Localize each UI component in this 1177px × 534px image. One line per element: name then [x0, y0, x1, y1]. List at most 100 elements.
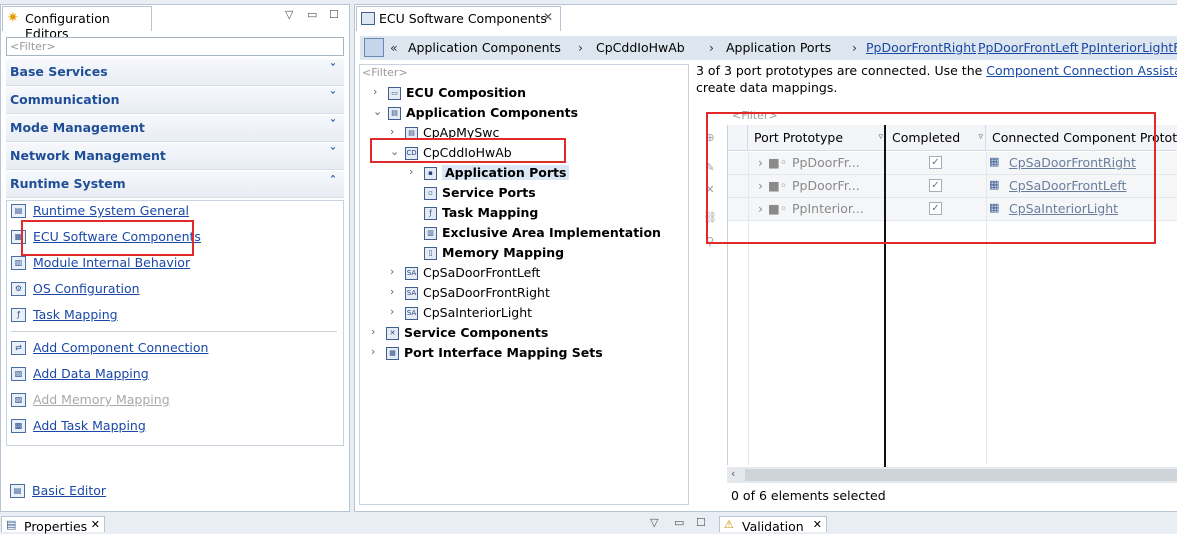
link-add-component-connection[interactable]: ⇄ Add Component Connection: [11, 340, 208, 358]
breadcrumb-link-ppdoorfrontleft[interactable]: PpDoorFrontLeft: [978, 40, 1079, 55]
expand-arrow-icon[interactable]: ›: [371, 325, 375, 338]
breadcrumb-label: Application Components: [408, 40, 561, 55]
close-icon[interactable]: ✕: [543, 10, 553, 24]
expand-chevron-icon[interactable]: ˇ: [330, 62, 336, 76]
link-add-task-mapping[interactable]: ▩ Add Task Mapping: [11, 418, 146, 436]
link-label: Module Internal Behavior: [33, 255, 191, 270]
view-menu-icon[interactable]: ▽: [650, 516, 658, 529]
expand-arrow-icon[interactable]: ›: [409, 165, 413, 178]
close-icon[interactable]: ✕: [813, 518, 822, 531]
breadcrumb-back-icon[interactable]: «: [390, 40, 398, 55]
link-os-configuration[interactable]: ⚙ OS Configuration: [11, 281, 140, 299]
category-runtime-system[interactable]: Runtime System ˆ: [6, 171, 344, 198]
expand-arrow-icon[interactable]: ›: [390, 125, 394, 138]
maximize-icon[interactable]: ☐: [329, 8, 339, 21]
category-communication[interactable]: Communication ˇ: [6, 87, 344, 114]
category-mode-management[interactable]: Mode Management ˇ: [6, 115, 344, 142]
service-ports-icon: ▫: [424, 187, 437, 200]
breadcrumb-item-application-ports[interactable]: Application Ports: [726, 40, 831, 55]
category-base-services[interactable]: Base Services ˇ: [6, 59, 344, 86]
ports-icon: ▪: [424, 167, 437, 180]
tree-label: Memory Mapping: [442, 245, 565, 260]
maximize-icon[interactable]: ☐: [696, 516, 706, 529]
breadcrumb-separator-icon: ›: [709, 40, 714, 55]
category-label: Runtime System: [10, 176, 126, 191]
link-label: Runtime System General: [33, 203, 190, 218]
breadcrumb-item-application-components[interactable]: Application Components: [408, 40, 561, 55]
highlight-box: [706, 112, 1156, 244]
link-runtime-system-general[interactable]: ▤ Runtime System General: [11, 203, 189, 221]
task-mapping-icon: ƒ: [11, 308, 26, 322]
category-label: Mode Management: [10, 120, 145, 135]
breadcrumb-link-ppdoorfrontright[interactable]: PpDoorFrontRight: [866, 40, 976, 55]
breadcrumb-item-cpcddiohwab[interactable]: CpCddIoHwAb: [596, 40, 685, 55]
memory-mapping-icon: ▯: [424, 247, 437, 260]
bottom-panel-bar: ▤ Properties ✕ ▽ ▭ ☐ ⚠ Validation ✕: [0, 514, 1177, 534]
category-network-management[interactable]: Network Management ˇ: [6, 143, 344, 170]
tree-label: CpSaDoorFrontRight: [423, 285, 550, 300]
validation-icon: ⚠: [724, 518, 734, 531]
link-basic-editor[interactable]: ▤ Basic Editor: [10, 483, 106, 501]
scrollbar-thumb[interactable]: [745, 469, 1177, 481]
category-label: Communication: [10, 92, 120, 107]
minimize-icon[interactable]: ▭: [674, 516, 684, 529]
expand-chevron-icon[interactable]: ˇ: [330, 90, 336, 104]
expand-arrow-icon[interactable]: ›: [390, 285, 394, 298]
expand-arrow-icon[interactable]: ›: [371, 345, 375, 358]
highlight-box: [370, 138, 566, 163]
link-label: OS Configuration: [33, 281, 140, 296]
properties-tab[interactable]: ▤ Properties ✕: [1, 516, 105, 534]
expand-chevron-icon[interactable]: ˇ: [330, 146, 336, 160]
info-text: 3 of 3 port prototypes are connected. Us…: [696, 63, 983, 78]
divider: [11, 331, 337, 332]
component-connection-assistant-link[interactable]: Component Connection Assistant: [986, 63, 1177, 78]
basic-editor-icon: ▤: [10, 484, 25, 498]
link-label: Add Data Mapping: [33, 366, 149, 381]
info-text: create data mappings.: [696, 80, 838, 95]
tree-label: CpSaDoorFrontLeft: [423, 265, 541, 280]
link-add-memory-mapping[interactable]: ▨ Add Memory Mapping: [11, 392, 170, 410]
minimize-icon[interactable]: ▭: [307, 8, 317, 21]
configuration-editors-icon: ✷: [7, 10, 19, 26]
link-label: Add Memory Mapping: [33, 392, 170, 407]
link-label: Add Component Connection: [33, 340, 209, 355]
sensor-actuator-icon: SA: [405, 287, 418, 300]
validation-tab[interactable]: ⚠ Validation ✕: [719, 516, 827, 534]
link-label: Task Mapping: [33, 307, 118, 322]
link-module-internal-behavior[interactable]: ▥ Module Internal Behavior: [11, 255, 190, 273]
tree-label: Exclusive Area Implementation: [442, 225, 661, 240]
scroll-left-icon[interactable]: ‹: [731, 467, 735, 480]
link-add-data-mapping[interactable]: ▧ Add Data Mapping: [11, 366, 149, 384]
editor-tab-icon: [361, 12, 375, 25]
runtime-general-icon: ▤: [11, 204, 26, 218]
expand-arrow-icon[interactable]: ›: [390, 305, 394, 318]
tree-label: CpSaInteriorLight: [423, 305, 533, 320]
tree-label: Application Ports: [442, 165, 570, 180]
filter-input[interactable]: <Filter>: [6, 37, 344, 56]
link-label: Basic Editor: [32, 483, 107, 498]
close-icon[interactable]: ✕: [91, 518, 100, 531]
overview-button[interactable]: [364, 38, 384, 57]
breadcrumb-link-ppinteriorlight[interactable]: PpInteriorLightFr: [1081, 40, 1177, 55]
configuration-editors-tab[interactable]: ✷ Configuration Editors: [2, 6, 152, 41]
components-folder-icon: ▤: [388, 107, 401, 120]
tree-label: Service Components: [404, 325, 549, 340]
collapse-chevron-icon[interactable]: ˆ: [330, 174, 336, 188]
collapse-arrow-icon[interactable]: ⌄: [373, 105, 382, 118]
category-label: Network Management: [10, 148, 166, 163]
tree-filter-input[interactable]: <Filter>: [362, 66, 408, 79]
expand-arrow-icon[interactable]: ›: [390, 265, 394, 278]
editor-tab[interactable]: ECU Software Components ✕: [356, 6, 561, 31]
link-task-mapping[interactable]: ƒ Task Mapping: [11, 307, 118, 325]
view-menu-icon[interactable]: ▽: [285, 8, 293, 21]
tree-label: Task Mapping: [442, 205, 539, 220]
add-task-mapping-icon: ▩: [11, 419, 26, 433]
sensor-actuator-icon: SA: [405, 307, 418, 320]
breadcrumb-label: Application Ports: [726, 40, 832, 55]
expand-chevron-icon[interactable]: ˇ: [330, 118, 336, 132]
breadcrumb-separator-icon: ›: [578, 40, 583, 55]
sensor-actuator-icon: SA: [405, 267, 418, 280]
horizontal-scrollbar[interactable]: ‹: [727, 467, 1177, 483]
expand-arrow-icon[interactable]: ›: [373, 85, 377, 98]
breadcrumb-separator-icon: ›: [852, 40, 857, 55]
